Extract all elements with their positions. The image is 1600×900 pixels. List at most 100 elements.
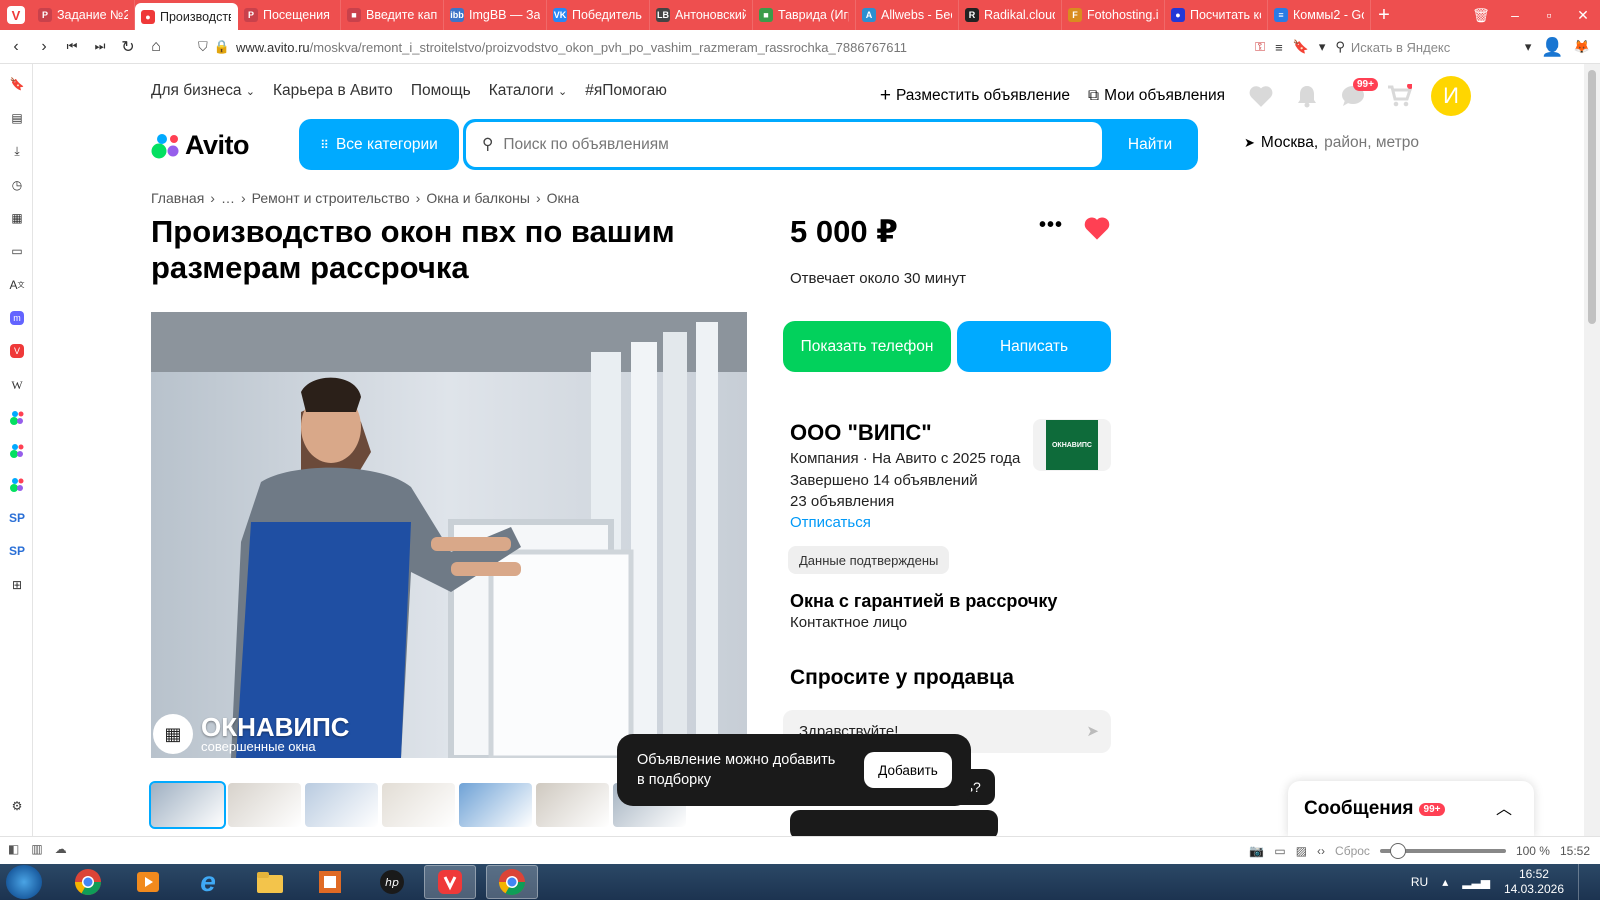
zoom-reset[interactable]: Сброс (1335, 844, 1370, 858)
nav-catalogs[interactable]: Каталоги ⌄ (489, 82, 568, 100)
vivaldi-taskbar-icon[interactable] (424, 865, 476, 899)
bookmark-icon[interactable]: 🔖 (1293, 39, 1309, 55)
breadcrumb-item[interactable]: Ремонт и строительство (252, 190, 410, 206)
favorite-heart-icon[interactable] (1083, 214, 1111, 242)
profile-icon[interactable]: 👤 (1541, 37, 1563, 58)
panel-toggle-icon[interactable]: ◧ (8, 842, 19, 856)
browser-tab[interactable]: P Задание №2 (32, 0, 135, 30)
nav-business[interactable]: Для бизнеса ⌄ (151, 82, 255, 100)
write-message-button[interactable]: Написать (957, 321, 1111, 372)
cloud-sync-icon[interactable]: ☁ (55, 842, 67, 856)
photo-thumbnail[interactable] (228, 783, 301, 827)
nav-ya-pomogayu[interactable]: #яПомогаю (585, 82, 667, 100)
taskbar-clock[interactable]: 16:52 14.03.2026 (1504, 867, 1564, 897)
reader-icon[interactable]: ≡ (1275, 40, 1283, 55)
breadcrumb-item[interactable]: … (221, 190, 235, 206)
bookmarks-panel-icon[interactable]: 🔖 (7, 74, 27, 94)
browser-tab[interactable]: P Посещения (238, 0, 341, 30)
window-icon[interactable]: ▭ (1274, 844, 1285, 858)
close-window-button[interactable]: ✕ (1566, 7, 1600, 24)
downloads-icon[interactable]: ⤓ (7, 141, 27, 161)
search-input[interactable]: ⚲ Поиск по объявлениям (466, 122, 1102, 167)
chrome-taskbar-icon[interactable] (62, 865, 114, 899)
chevron-down-icon[interactable]: ▾ (1319, 39, 1326, 55)
language-indicator[interactable]: RU (1411, 875, 1428, 889)
maximize-button[interactable]: ▫ (1532, 7, 1566, 23)
breadcrumb-item[interactable]: Окна (547, 190, 580, 206)
office-taskbar-icon[interactable] (304, 865, 356, 899)
media-player-taskbar-icon[interactable] (122, 865, 174, 899)
wikipedia-icon[interactable]: W (7, 375, 27, 395)
unsubscribe-link[interactable]: Отписаться (790, 514, 871, 531)
send-arrow-icon[interactable]: ➤ (1086, 722, 1099, 740)
seller-name[interactable]: ООО "ВИПС" (790, 420, 932, 446)
new-tab-button[interactable]: + (1371, 0, 1397, 30)
reload-button[interactable]: ↻ (114, 33, 142, 61)
avito-logo[interactable]: Avito (151, 130, 250, 161)
browser-tab[interactable]: R Radikal.cloud (959, 0, 1062, 30)
back-button[interactable]: ‹ (2, 33, 30, 61)
image-icon[interactable]: ▨ (1296, 844, 1307, 858)
browser-tab[interactable]: A Allwebs - Бес (856, 0, 959, 30)
start-button[interactable] (6, 865, 42, 899)
seller-ads-count[interactable]: 23 объявления (790, 493, 894, 510)
hp-taskbar-icon[interactable]: hp (366, 865, 418, 899)
scrollbar-thumb[interactable] (1588, 70, 1596, 324)
show-phone-button[interactable]: Показать телефон (783, 321, 951, 372)
key-icon[interactable]: ⚿ (1255, 39, 1265, 55)
avito-panel-icon[interactable] (7, 441, 27, 461)
vivaldi-panel-icon[interactable]: V (7, 341, 27, 361)
url-field[interactable]: ⛉ 🔒 www.avito.ru/moskva/remont_i_stroite… (198, 30, 907, 64)
favorites-heart-icon[interactable] (1247, 82, 1275, 110)
messages-icon[interactable]: 99+ (1339, 78, 1378, 110)
rewind-button[interactable]: ⏮ (58, 33, 86, 61)
listing-photo[interactable]: ▦ ОКНАВИПС совершенные окна (151, 312, 747, 758)
zoom-slider[interactable] (1379, 843, 1506, 859)
all-categories-button[interactable]: ⠿ Все категории (299, 119, 459, 170)
home-button[interactable]: ⌂ (142, 33, 170, 61)
more-options-icon[interactable]: ••• (1039, 214, 1063, 237)
explorer-taskbar-icon[interactable] (244, 865, 296, 899)
mastodon-icon[interactable]: m (7, 308, 27, 328)
browser-tab[interactable]: ● Посчитать ко (1165, 0, 1268, 30)
nav-help[interactable]: Помощь (411, 82, 471, 100)
cart-icon[interactable] (1385, 82, 1413, 110)
minimize-button[interactable]: – (1498, 7, 1532, 23)
window-panel-icon[interactable]: ▭ (7, 241, 27, 261)
post-ad-link[interactable]: + Разместить объявление (880, 85, 1070, 107)
fast-forward-button[interactable]: ⏭ (86, 33, 114, 61)
photo-thumbnail[interactable] (305, 783, 378, 827)
breadcrumb-item[interactable]: Окна и балконы (426, 190, 530, 206)
zoom-slider-knob[interactable] (1390, 843, 1407, 859)
browser-tab[interactable]: ■ Введите капч (341, 0, 444, 30)
user-avatar[interactable]: И (1431, 76, 1471, 116)
browser-tab[interactable]: ● Производство (135, 3, 238, 30)
browser-tab[interactable]: F Fotohosting.i (1062, 0, 1165, 30)
breadcrumb-item[interactable]: Главная (151, 190, 204, 206)
my-ads-link[interactable]: ⧉ Мои объявления (1088, 87, 1225, 105)
vivaldi-menu-button[interactable]: V (0, 0, 32, 30)
sp-panel-icon[interactable]: SP (7, 508, 27, 528)
messages-panel[interactable]: Сообщения 99+ ︿ (1288, 781, 1534, 836)
settings-gear-icon[interactable]: ⚙ (7, 796, 27, 816)
yandex-search-field[interactable]: ⚲ Искать в Яндекс ▾ (1335, 35, 1531, 59)
forward-button[interactable]: › (30, 33, 58, 61)
show-desktop-button[interactable] (1578, 864, 1586, 900)
notes-icon[interactable]: ▦ (7, 208, 27, 228)
nav-career[interactable]: Карьера в Авито (273, 82, 393, 100)
chrome-taskbar-icon[interactable] (486, 865, 538, 899)
page-scrollbar[interactable] (1584, 64, 1600, 836)
photo-thumbnail[interactable] (382, 783, 455, 827)
browser-tab[interactable]: ≡ Коммы2 - Go (1268, 0, 1371, 30)
notifications-bell-icon[interactable] (1293, 82, 1321, 110)
translate-icon[interactable]: A文 (7, 275, 27, 295)
photo-thumbnail[interactable] (149, 781, 226, 829)
photo-thumbnail[interactable] (536, 783, 609, 827)
reading-list-icon[interactable]: ▤ (7, 108, 27, 128)
add-panel-icon[interactable]: ⊞ (7, 575, 27, 595)
question-chip[interactable] (790, 810, 998, 836)
tray-expand-icon[interactable]: ▴ (1442, 875, 1448, 889)
seller-logo[interactable]: ОКНАВИПС (1033, 419, 1111, 471)
internet-explorer-taskbar-icon[interactable]: e (182, 865, 234, 899)
chevron-down-icon[interactable]: ▾ (1525, 39, 1532, 55)
